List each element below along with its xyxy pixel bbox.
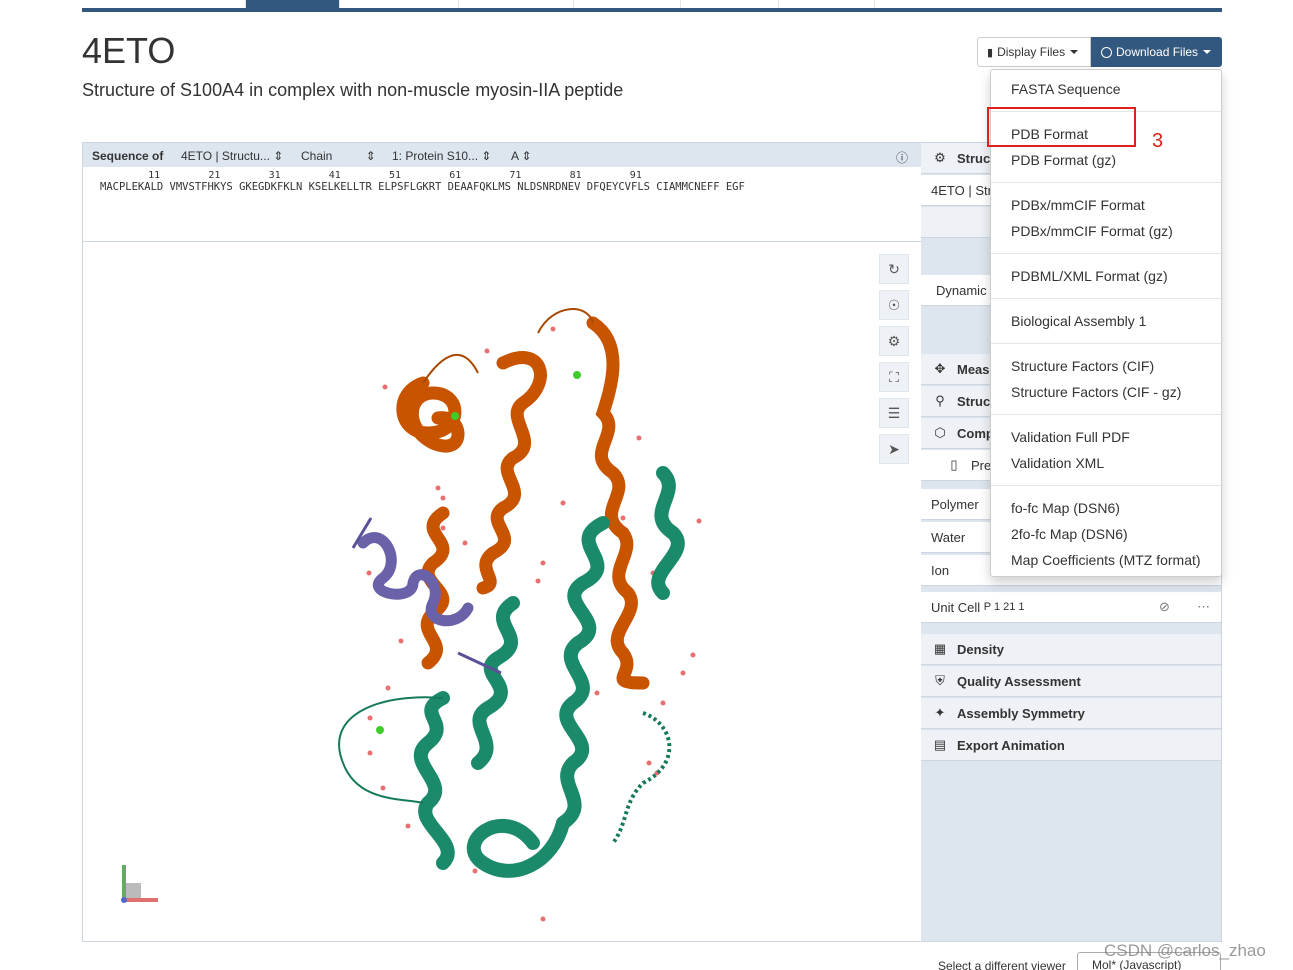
- nav-tab[interactable]: [340, 0, 459, 8]
- structure-canvas[interactable]: [83, 243, 921, 941]
- menu-item-validation-xml[interactable]: Validation XML: [1011, 455, 1104, 471]
- download-files-label: Download Files: [1116, 45, 1199, 59]
- file-icon: ▮: [987, 46, 994, 59]
- menu-divider: [991, 485, 1221, 486]
- reset-icon[interactable]: ↻: [879, 254, 909, 284]
- grid-icon: ▦: [933, 641, 947, 656]
- menu-divider: [991, 253, 1221, 254]
- export-animation-header[interactable]: ▤ Export Animation: [921, 730, 1221, 761]
- sequence-numbering: 11 21 31 41 51 61 71 81 91: [100, 170, 642, 181]
- display-files-label: Display Files: [997, 45, 1066, 59]
- menu-item-2fofc-map[interactable]: 2fo-fc Map (DSN6): [1011, 526, 1128, 542]
- protein-cartoon-render: [121, 308, 702, 922]
- download-files-button[interactable]: Download Files: [1091, 37, 1222, 67]
- watermark: CSDN @carlos_zhao: [1104, 941, 1266, 960]
- menu-item-validation-pdf[interactable]: Validation Full PDF: [1011, 429, 1130, 445]
- top-nav-bar: [82, 0, 1222, 12]
- sequence-toolbar: Sequence of 4ETO | Structu... ⇕ Chain ⇕ …: [83, 143, 921, 167]
- menu-item-fofc-map[interactable]: fo-fc Map (DSN6): [1011, 500, 1120, 516]
- more-options-icon[interactable]: ⋯: [1197, 599, 1210, 615]
- sequence-of-label: Sequence of: [92, 149, 164, 163]
- film-icon: ▤: [933, 737, 947, 752]
- menu-item-mtz[interactable]: Map Coefficients (MTZ format): [1011, 552, 1201, 568]
- annotation-highlight-box: [987, 107, 1136, 147]
- menu-item-mmcif-gz[interactable]: PDBx/mmCIF Format (gz): [1011, 223, 1173, 239]
- menu-item-fasta[interactable]: FASTA Sequence: [1011, 81, 1120, 97]
- chain-mode-select[interactable]: Chain ⇕: [301, 149, 376, 163]
- bookmark-icon: ▯: [950, 457, 958, 472]
- nav-tab[interactable]: [459, 0, 574, 8]
- nav-tab[interactable]: [574, 0, 681, 8]
- chain-a-loops: [422, 308, 594, 384]
- display-files-button[interactable]: ▮ Display Files: [977, 37, 1091, 67]
- menu-item-mmcif[interactable]: PDBx/mmCIF Format: [1011, 197, 1145, 213]
- shield-icon: ⛨: [935, 673, 945, 688]
- sequence-view[interactable]: 11 21 31 41 51 61 71 81 91 MACPLEKALD VM…: [83, 167, 921, 242]
- search-icon: ⚲: [935, 393, 945, 408]
- menu-item-pdbml[interactable]: PDBML/XML Format (gz): [1011, 268, 1168, 284]
- download-circle-icon: [1101, 46, 1112, 58]
- caret-down-icon: [1070, 50, 1079, 54]
- screenshot-icon[interactable]: ☉: [879, 290, 909, 320]
- menu-item-pdb-gz[interactable]: PDB Format (gz): [1011, 152, 1116, 168]
- puzzle-icon: ✦: [934, 705, 946, 720]
- menu-divider: [991, 298, 1221, 299]
- caret-down-icon: [1203, 50, 1212, 54]
- help-icon[interactable]: ⓘ: [896, 149, 908, 166]
- settings-icon[interactable]: ☰: [879, 398, 909, 428]
- menu-divider: [991, 343, 1221, 344]
- quality-assessment-header[interactable]: ⛨ Quality Assessment: [921, 666, 1221, 697]
- nav-tab[interactable]: [82, 0, 246, 8]
- menu-item-bio-assembly[interactable]: Biological Assembly 1: [1011, 313, 1146, 329]
- viewer-toolbar: ↻ ☉ ⚙ ⛶ ☰ ➤: [879, 254, 911, 470]
- annotation-step-number: 3: [1152, 130, 1164, 152]
- unit-cell-row[interactable]: Unit Cell P 1 21 1 ⊘ ⋯: [921, 592, 1221, 623]
- cursor-icon[interactable]: ➤: [879, 434, 909, 464]
- structure-select[interactable]: 4ETO | Structu... ⇕: [181, 149, 283, 163]
- entity-select[interactable]: 1: Protein S10... ⇕: [392, 149, 491, 163]
- chain-b-ribbon: [413, 466, 685, 878]
- sequence-residues[interactable]: MACPLEKALD VMVSTFHKYS GKEGDKFKLN KSELKEL…: [100, 181, 745, 193]
- axes-gizmo: [121, 865, 158, 903]
- gear-icon: ⚙: [934, 150, 946, 165]
- select-viewer-label: Select a different viewer: [938, 959, 1066, 970]
- menu-divider: [991, 414, 1221, 415]
- menu-item-sf-cif-gz[interactable]: Structure Factors (CIF - gz): [1011, 384, 1181, 400]
- chain-id-select[interactable]: A ⇕: [511, 149, 532, 163]
- page-title: 4ETO: [82, 30, 176, 71]
- nav-tab[interactable]: [681, 0, 779, 8]
- cube-icon: ⬡: [934, 425, 946, 440]
- ruler-icon: ✥: [934, 361, 946, 376]
- structure-subtitle: Structure of S100A4 in complex with non-…: [82, 80, 624, 100]
- chain-a-ribbon: [396, 316, 650, 690]
- menu-item-sf-cif[interactable]: Structure Factors (CIF): [1011, 358, 1154, 374]
- nav-tab-active[interactable]: [246, 0, 340, 8]
- expand-icon[interactable]: ⛶: [879, 362, 909, 392]
- assembly-symmetry-header[interactable]: ✦ Assembly Symmetry: [921, 698, 1221, 729]
- density-header[interactable]: ▦ Density: [921, 634, 1221, 665]
- visibility-off-icon[interactable]: ⊘: [1159, 599, 1170, 615]
- wrench-icon[interactable]: ⚙: [879, 326, 909, 356]
- nav-tab[interactable]: [779, 0, 875, 8]
- menu-divider: [991, 182, 1221, 183]
- peptide-ribbon: [357, 532, 474, 627]
